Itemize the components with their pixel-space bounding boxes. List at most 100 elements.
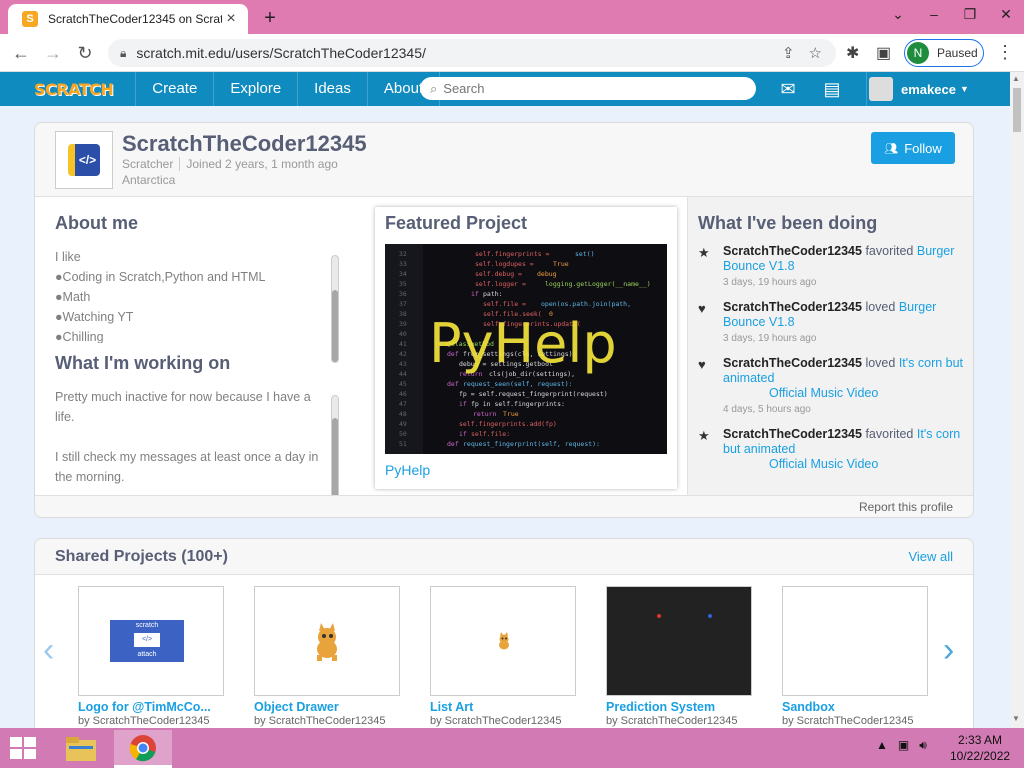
network-icon[interactable]: ▣ (898, 738, 909, 753)
bookmark-star-icon[interactable]: ☆ (809, 44, 822, 62)
profile-button[interactable]: N Paused (904, 39, 984, 67)
activity-user[interactable]: ScratchTheCoder12345 (723, 244, 862, 258)
featured-heading: Featured Project (385, 213, 528, 233)
project-thumbnail[interactable] (782, 586, 928, 696)
svg-text:38: 38 (399, 310, 407, 318)
activity-target-line2[interactable]: Official Music Video (723, 386, 878, 400)
working-scrollbar-thumb[interactable] (332, 418, 338, 502)
project-thumbnail[interactable] (254, 586, 400, 696)
svg-text:47: 47 (399, 400, 407, 408)
featured-project-thumbnail[interactable]: 32 self.fingerprints = set() 33 self.logdu… (385, 244, 667, 454)
extensions-icon[interactable]: ✱ (846, 43, 859, 63)
activity-item: ★ ScratchTheCoder12345 favorited Burger B… (698, 244, 968, 290)
tray-chevron-up-icon[interactable]: ▲ (876, 738, 888, 753)
project-author: by ScratchTheCoder12345 (254, 715, 386, 727)
about-scrollbar[interactable] (331, 255, 339, 363)
project-card[interactable]: List Art by ScratchTheCoder12345 (430, 586, 576, 727)
svg-text:40: 40 (399, 330, 407, 338)
back-icon[interactable]: ← (10, 42, 32, 64)
nav-explore[interactable]: Explore (214, 72, 299, 106)
scroll-up-icon[interactable]: ▲ (1012, 74, 1020, 83)
about-line: ●Watching YT (55, 310, 134, 324)
follow-button[interactable]: 👥︎ Follow (871, 132, 955, 164)
working-line: I still check my messages at least once … (55, 450, 319, 464)
about-text[interactable]: I like ●Coding in Scratch,Python and HTM… (55, 247, 335, 343)
activity-user[interactable]: ScratchTheCoder12345 (723, 356, 862, 370)
user-menu[interactable]: emakece ▼ (866, 72, 969, 106)
activity-time: 3 days, 19 hours ago (723, 333, 817, 344)
messages-icon[interactable]: ✉ (776, 78, 800, 100)
chrome-icon[interactable] (114, 730, 172, 768)
project-card[interactable]: Object Drawer by ScratchTheCoder12345 (254, 586, 400, 727)
volume-icon[interactable]: 🔊︎ (919, 738, 927, 753)
nav-ideas[interactable]: Ideas (298, 72, 368, 106)
project-card[interactable]: scratch </> attach Logo for @TimMcCo... … (78, 586, 224, 727)
svg-text:logging.getLogger(__name__): logging.getLogger(__name__) (545, 280, 651, 288)
activity-action: favorited (865, 244, 914, 258)
restore-icon[interactable]: ❐ (952, 0, 988, 34)
activity-user[interactable]: ScratchTheCoder12345 (723, 427, 862, 441)
project-card[interactable]: Sandbox by ScratchTheCoder12345 (782, 586, 928, 727)
search-box[interactable]: ⌕ (420, 77, 756, 100)
about-column: About me I like ●Coding in Scratch,Pytho… (35, 197, 375, 503)
svg-text:50: 50 (399, 430, 407, 438)
scrollbar-thumb[interactable] (1013, 88, 1021, 132)
chevron-down-icon[interactable]: ⌄ (880, 0, 916, 34)
address-bar[interactable]: 🔒︎ scratch.mit.edu/users/ScratchTheCoder… (108, 39, 836, 67)
share-icon[interactable]: ⇪ (782, 44, 795, 62)
scroll-down-icon[interactable]: ▼ (1012, 714, 1020, 723)
activity-user[interactable]: ScratchTheCoder12345 (723, 300, 862, 314)
project-thumbnail[interactable] (606, 586, 752, 696)
project-title[interactable]: Prediction System (606, 700, 752, 714)
project-title[interactable]: List Art (430, 700, 576, 714)
svg-text:51: 51 (399, 440, 407, 448)
forward-icon[interactable]: → (42, 42, 64, 64)
working-line: Pretty much inactive for now because I h… (55, 390, 311, 404)
clock-date: 10/22/2022 (950, 749, 1011, 763)
activity-time: 4 days, 5 hours ago (723, 404, 811, 415)
activity-target-line2[interactable]: Official Music Video (723, 457, 878, 471)
profile-joined: Joined 2 years, 1 month ago (186, 157, 338, 171)
project-thumbnail[interactable]: scratch </> attach (78, 586, 224, 696)
windows-start-icon[interactable] (10, 737, 36, 759)
nav-create[interactable]: Create (135, 72, 215, 106)
project-title[interactable]: Sandbox (782, 700, 928, 714)
scratch-logo[interactable]: SCRATCH (34, 80, 114, 99)
minimize-icon[interactable]: – (916, 0, 952, 34)
tab-close-icon[interactable]: × (222, 10, 240, 28)
carousel-next-icon[interactable]: › (943, 631, 954, 670)
scratch-attach-logo: scratch </> attach (110, 620, 184, 662)
side-panel-icon[interactable]: ▣ (876, 43, 891, 63)
svg-text:self.file =: self.file = (483, 300, 526, 308)
project-author: by ScratchTheCoder12345 (78, 715, 210, 727)
featured-project-title[interactable]: PyHelp (385, 462, 430, 478)
report-profile-link[interactable]: Report this profile (859, 500, 953, 514)
search-input[interactable] (443, 81, 734, 96)
about-line: ●Coding in Scratch,Python and HTML (55, 270, 266, 284)
project-thumbnail[interactable] (430, 586, 576, 696)
my-stuff-icon[interactable]: ▤ (820, 78, 844, 100)
svg-text:set(): set() (575, 250, 595, 258)
carousel-prev-icon[interactable]: ‹ (43, 631, 54, 670)
working-scrollbar[interactable] (331, 395, 339, 503)
svg-text:self.logdupes =: self.logdupes = (475, 260, 534, 268)
view-all-link[interactable]: View all (908, 549, 953, 564)
working-line: life. (55, 410, 75, 424)
project-title[interactable]: Logo for @TimMcCo... (78, 700, 224, 714)
project-card[interactable]: Prediction System by ScratchTheCoder1234… (606, 586, 752, 727)
window-close-icon[interactable]: ✕ (988, 0, 1024, 34)
browser-tab[interactable]: S ScratchTheCoder12345 on Scratch × (8, 4, 248, 34)
project-title[interactable]: Object Drawer (254, 700, 400, 714)
working-text[interactable]: Pretty much inactive for now because I h… (55, 387, 335, 487)
about-scrollbar-thumb[interactable] (332, 290, 338, 362)
svg-text:46: 46 (399, 390, 407, 398)
new-tab-icon[interactable]: + (258, 6, 282, 30)
browser-menu-icon[interactable]: ⋮ (996, 42, 1014, 63)
svg-text:self.logger =: self.logger = (475, 280, 526, 288)
scratch-cat-icon (317, 623, 337, 661)
page-scrollbar[interactable]: ▲ ▼ (1010, 72, 1024, 728)
star-icon: ★ (698, 245, 710, 260)
file-explorer-icon[interactable] (52, 730, 110, 768)
reload-icon[interactable]: ↻ (74, 42, 96, 64)
taskbar-clock[interactable]: 2:33 AM 10/22/2022 (950, 732, 1010, 764)
